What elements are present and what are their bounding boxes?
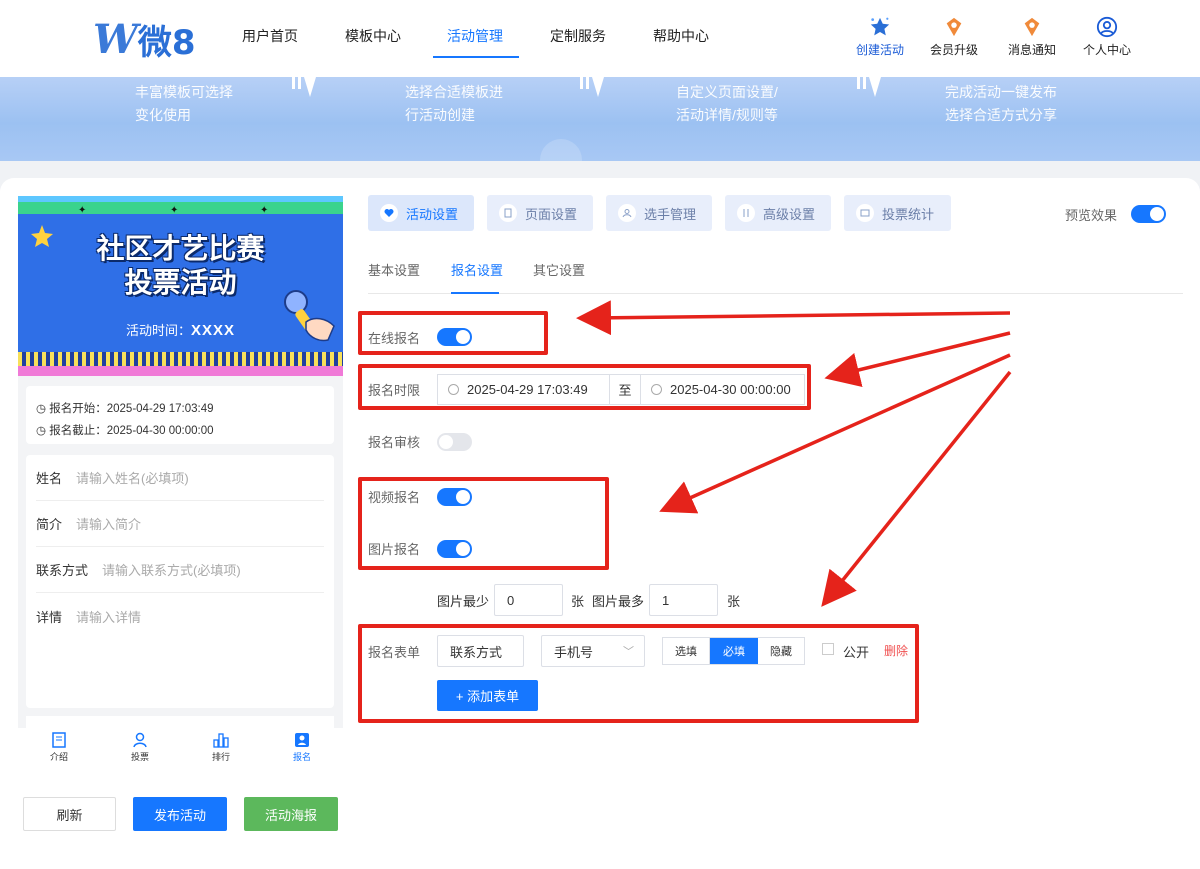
tab-advanced-settings[interactable]: 高级设置 — [725, 195, 831, 231]
preview-field-detail[interactable]: 详情 请输入详情 — [36, 593, 324, 639]
nav-activity-management[interactable]: 活动管理 — [447, 26, 503, 46]
tab-page-settings[interactable]: 页面设置 — [487, 195, 593, 231]
image-min-unit: 张 — [571, 594, 585, 609]
preview-field-intro[interactable]: 简介 请输入简介 — [36, 501, 324, 547]
mobile-tab-rank[interactable]: 排行 — [196, 732, 246, 763]
tab-activity-settings[interactable]: 活动设置 — [368, 195, 474, 231]
nav-user-home[interactable]: 用户首页 — [242, 26, 298, 46]
mobile-preview: ✦ ✦ ✦ 社区才艺比赛 投票活动 活动时间：XXXX ◷ 报名开始：2025-04-… — [18, 196, 343, 730]
personal-center-button[interactable]: 个人中心 — [1077, 16, 1137, 58]
clock-icon: ◷ — [36, 425, 47, 437]
crown-badge-icon — [946, 17, 962, 37]
svg-text:✦: ✦ — [260, 205, 268, 214]
tab-contestant-management[interactable]: 选手管理 — [606, 195, 712, 231]
signup-review-toggle[interactable] — [437, 433, 472, 451]
subtab-active-underline — [451, 292, 499, 294]
mobile-tab-signup[interactable]: 报名 — [277, 732, 327, 763]
arrow-right-icon — [580, 77, 604, 97]
nav-help-center[interactable]: 帮助中心 — [653, 26, 709, 46]
annotation-box-video-image — [358, 477, 609, 570]
arrow-right-icon — [292, 77, 316, 97]
step-1: 丰富模板可选择 变化使用 — [135, 84, 233, 123]
image-min-input[interactable]: 0 — [494, 584, 563, 616]
annotation-box-signup-form — [358, 624, 919, 723]
nav-custom-service[interactable]: 定制服务 — [550, 26, 606, 46]
person-icon — [133, 732, 147, 748]
refresh-button[interactable]: 刷新 — [23, 797, 116, 831]
brand-logo[interactable]: W 微8 — [93, 16, 196, 63]
subtab-signup-settings[interactable]: 报名设置 — [451, 260, 503, 279]
message-notify-button[interactable]: 消息通知 — [1002, 16, 1062, 58]
image-max-unit: 张 — [727, 594, 741, 609]
image-min-label: 图片最少 — [437, 594, 490, 609]
signup-form-preview: 姓名 请输入姓名(必填项) 简介 请输入简介 联系方式 请输入联系方式(必填项) 详情… — [26, 455, 334, 708]
publish-activity-button[interactable]: 发布活动 — [133, 797, 227, 831]
sparkle-icon: ✦ ✦ ✦ — [78, 205, 268, 214]
member-upgrade-button[interactable]: 会员升级 — [924, 16, 984, 58]
activity-poster: ✦ ✦ ✦ 社区才艺比赛 投票活动 活动时间：XXXX — [18, 196, 343, 376]
nav-template-center[interactable]: 模板中心 — [345, 26, 401, 46]
mobile-bottom-nav: 介绍 投票 排行 报名 — [18, 728, 343, 772]
user-circle-icon — [1096, 16, 1118, 38]
annotation-box-signup-period — [358, 364, 811, 410]
mobile-tab-intro[interactable]: 介绍 — [34, 732, 84, 763]
document-icon — [52, 732, 66, 748]
top-header: W 微8 用户首页 模板中心 活动管理 定制服务 帮助中心 创建活动 会员升级 消… — [0, 0, 1200, 77]
step-3: 自定义页面设置/活动详情/规则等 — [676, 84, 778, 123]
svg-text:✦: ✦ — [78, 205, 86, 214]
image-max-input[interactable]: 1 — [649, 584, 718, 616]
preview-field-name[interactable]: 姓名 请输入姓名(必填项) — [36, 455, 324, 501]
poster-time: 活动时间：XXXX — [125, 322, 236, 339]
image-max-label: 图片最多 — [592, 594, 645, 609]
bar-rank-icon — [213, 733, 229, 748]
chart-icon — [856, 204, 874, 222]
heart-icon — [380, 204, 398, 222]
page-icon — [499, 204, 517, 222]
svg-text:✦: ✦ — [170, 205, 178, 214]
preview-effect-toggle[interactable] — [1131, 205, 1166, 223]
step-4: 完成活动一键发布 选择合适方式分享 — [945, 84, 1057, 123]
step-2: 选择合适模板进 行活动创建 — [405, 84, 503, 123]
clock-icon: ◷ — [36, 403, 47, 415]
activity-poster-button[interactable]: 活动海报 — [244, 797, 338, 831]
signup-period-info: ◷ 报名开始：2025-04-29 17:03:49 ◷ 报名截止：2025-0… — [26, 386, 334, 444]
bell-badge-icon — [1024, 17, 1040, 37]
star-icon — [870, 17, 890, 36]
steps-banner: 丰富模板可选择 变化使用 选择合适模板进 行活动创建 自定义页面设置/活动详情/规则… — [0, 77, 1200, 161]
mobile-tab-vote[interactable]: 投票 — [115, 732, 165, 763]
signup-badge-icon — [295, 733, 309, 747]
tab-vote-statistics[interactable]: 投票统计 — [844, 195, 951, 231]
person-icon — [618, 204, 636, 222]
signup-start-text: ◷ 报名开始：2025-04-29 17:03:49 — [36, 403, 214, 415]
annotation-box-online-signup — [358, 311, 548, 355]
preview-effect-label: 预览效果 — [1065, 208, 1118, 223]
signup-end-text: ◷ 报名截止：2025-04-30 00:00:00 — [36, 425, 214, 437]
sliders-icon — [737, 204, 755, 222]
signup-review-label: 报名审核 — [368, 435, 421, 450]
subtab-other-settings[interactable]: 其它设置 — [533, 260, 585, 279]
create-activity-button[interactable]: 创建活动 — [850, 16, 910, 58]
subtab-basic-settings[interactable]: 基本设置 — [368, 260, 420, 279]
arrow-right-icon — [857, 77, 881, 97]
preview-field-contact[interactable]: 联系方式 请输入联系方式(必填项) — [36, 547, 324, 593]
nav-active-underline — [433, 56, 519, 58]
